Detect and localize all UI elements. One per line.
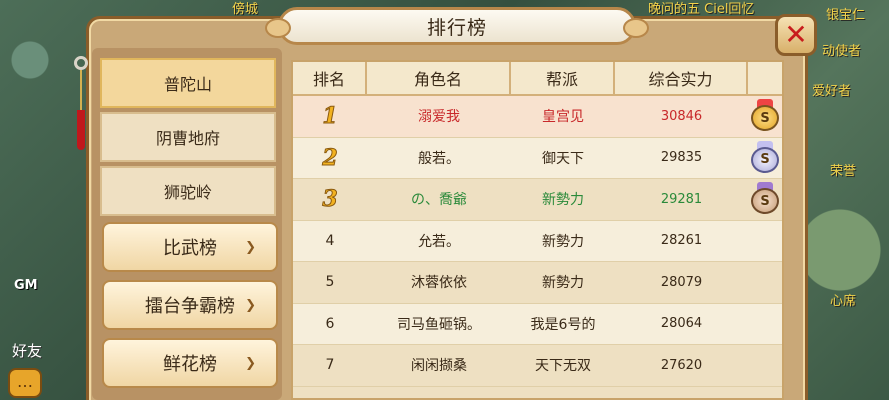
rank-number: 6	[325, 315, 335, 332]
silver-medal-icon: S	[748, 140, 782, 175]
power-value: 29835	[660, 150, 703, 166]
power-value: 29281	[660, 191, 703, 207]
leaderboard-table: 排名 角色名 帮派 综合实力 1 溺爱我 皇宫见 30846 S 2 般若。 御…	[291, 60, 784, 400]
player-name: 溺爱我	[418, 109, 460, 126]
category-label: 鲜花榜	[163, 354, 217, 375]
gm-badge[interactable]: GM	[14, 278, 38, 293]
power-value: 28261	[660, 233, 703, 249]
power-value: 30846	[660, 108, 703, 124]
rank-number: 3	[322, 186, 338, 213]
scene-label-top-left: 傍城	[232, 2, 259, 17]
category-label: 擂台争霸榜	[145, 296, 235, 317]
close-button[interactable]: ✕	[775, 14, 817, 56]
table-row[interactable]: 1 溺爱我 皇宫见 30846 S	[293, 96, 782, 138]
rank-number: 7	[325, 357, 335, 374]
power-value: 28064	[660, 316, 703, 332]
rank-number: 2	[322, 144, 338, 171]
guild-name: 御天下	[542, 150, 584, 167]
scene-label-right-2: 动使者	[822, 44, 862, 59]
chevron-down-icon: ❯	[245, 355, 256, 371]
table-header: 排名 角色名 帮派 综合实力	[293, 62, 782, 96]
sidebar-item-label: 狮驼岭	[163, 183, 212, 202]
header-name[interactable]: 角色名	[367, 62, 511, 94]
category-label: 比武榜	[163, 238, 217, 259]
table-row[interactable]: 2 般若。 御天下 29835 S	[293, 137, 782, 179]
header-medal	[748, 62, 782, 94]
player-name: 司马鱼砸锅。	[397, 316, 481, 333]
bronze-medal-icon: S	[748, 182, 782, 216]
close-icon: ✕	[784, 18, 808, 51]
player-name: 沐蓉依依	[411, 275, 467, 292]
guild-name: 皇宫见	[542, 109, 584, 126]
table-row[interactable]: 5 沐蓉依依 新勢力 28079	[293, 262, 782, 304]
sidebar-item-yincaodifu[interactable]: 阴曹地府	[100, 112, 276, 162]
sidebar-category-biwu[interactable]: 比武榜 ❯	[102, 222, 278, 272]
guild-name: 天下无双	[535, 358, 591, 375]
power-value: 28079	[660, 274, 703, 290]
player-name: 闲闲撷桑	[411, 358, 467, 375]
table-row[interactable]: 4 允若。 新勢力 28261	[293, 220, 782, 262]
scene-label-right-4: 荣誉	[830, 164, 857, 179]
sidebar-item-putuoshan[interactable]: 普陀山	[100, 58, 276, 108]
chevron-down-icon: ❯	[245, 297, 256, 313]
table-row[interactable]: 3 の、喬爺 新勢力 29281 S	[293, 179, 782, 221]
gold-medal-icon: S	[748, 99, 782, 133]
sidebar-item-label: 阴曹地府	[155, 129, 220, 148]
header-power[interactable]: 综合实力	[615, 62, 748, 94]
player-name: 允若。	[418, 233, 460, 250]
header-rank[interactable]: 排名	[293, 62, 367, 94]
sidebar-category-leitai[interactable]: 擂台争霸榜 ❯	[102, 280, 278, 330]
sidebar: 普陀山 阴曹地府 狮驼岭 比武榜 ❯ 擂台争霸榜 ❯ 鲜花榜 ❯	[92, 48, 282, 400]
table-row[interactable]: 6 司马鱼砸锅。 我是6号的 28064	[293, 303, 782, 345]
scene-label-right-5: 心席	[830, 294, 857, 309]
guild-name: 新勢力	[542, 275, 584, 292]
player-name: 般若。	[418, 150, 460, 167]
chevron-down-icon: ❯	[245, 239, 256, 255]
chat-bubble-icon[interactable]: …	[8, 368, 42, 398]
rank-number: 5	[325, 274, 335, 291]
sidebar-item-label: 普陀山	[163, 75, 212, 94]
player-name: の、喬爺	[411, 192, 467, 209]
friend-button[interactable]: 好友	[12, 340, 42, 361]
rank-number: 4	[325, 232, 335, 249]
guild-name: 新勢力	[542, 192, 584, 209]
header-guild[interactable]: 帮派	[511, 62, 615, 94]
rank-number: 1	[322, 103, 338, 130]
table-row[interactable]: 7 闲闲撷桑 天下无双 27620	[293, 345, 782, 387]
sidebar-item-shituoling[interactable]: 狮驼岭	[100, 166, 276, 216]
panel-title-bar: 排行榜	[265, 7, 649, 45]
scene-label-right-1: 银宝仁	[826, 8, 866, 23]
scene-label-right-3: 爱好者	[812, 84, 852, 99]
guild-name: 新勢力	[542, 233, 584, 250]
tassel-ornament	[74, 56, 88, 166]
power-value: 27620	[660, 357, 703, 373]
panel-title: 排行榜	[426, 16, 487, 39]
scene-label-top-right: 晚问的五 Ciel回忆	[648, 2, 755, 17]
guild-name: 我是6号的	[530, 316, 596, 333]
sidebar-category-flower[interactable]: 鲜花榜 ❯	[102, 338, 278, 388]
